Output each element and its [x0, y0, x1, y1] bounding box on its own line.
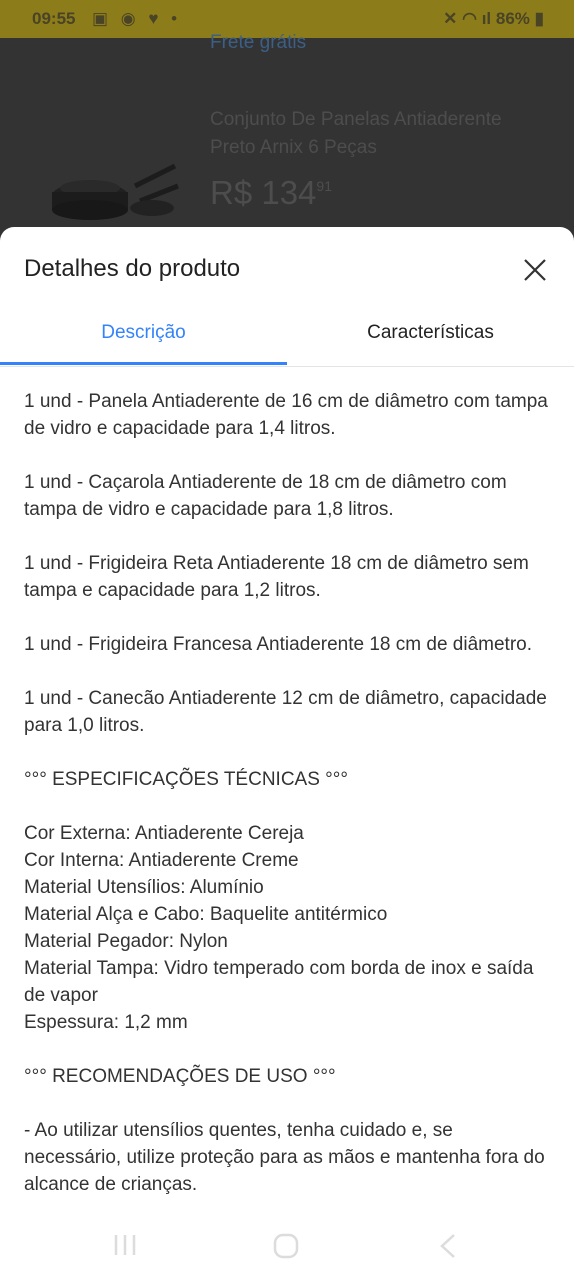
item-line: 1 und - Frigideira Francesa Antiaderente… [24, 634, 532, 655]
recs-text: - Ao utilizar utensílios quentes, tenha … [24, 1120, 545, 1195]
description-content: 1 und - Panela Antiaderente de 16 cm de … [24, 388, 549, 1210]
specs-heading: °°° ESPECIFICAÇÕES TÉCNICAS °°° [24, 769, 348, 790]
tab-caracteristicas[interactable]: Características [287, 309, 574, 364]
item-line: 1 und - Canecão Antiaderente 12 cm de di… [24, 688, 547, 736]
item-line: 1 und - Frigideira Reta Antiaderente 18 … [24, 553, 529, 601]
shipping-label: Frete grátis [210, 32, 307, 53]
product-name: Conjunto De Panelas Antiaderente Preto A… [210, 109, 502, 158]
recs-heading: °°° RECOMENDAÇÕES DE USO °°° [24, 1066, 336, 1087]
sheet-title: Detalhes do produto [24, 255, 241, 282]
spec-line: Espessura: 1,2 mm [24, 1012, 188, 1033]
battery-icon: ▮ [534, 9, 544, 28]
active-tab-indicator [0, 362, 287, 365]
product-details-sheet: Detalhes do produto Descrição Caracterís… [0, 227, 574, 1210]
spec-line: Material Alça e Cabo: Baquelite antitérm… [24, 904, 388, 925]
tab-descricao[interactable]: Descrição [0, 309, 287, 364]
tab-bar: Descrição Características [0, 309, 574, 367]
status-right: ✕ ◠ ıl 86% ▮ [443, 9, 544, 29]
system-nav-bar [0, 1210, 574, 1280]
back-icon[interactable] [436, 1232, 460, 1260]
spec-line: Cor Externa: Antiaderente Cereja [24, 823, 304, 844]
item-line: 1 und - Panela Antiaderente de 16 cm de … [24, 391, 548, 439]
signal-icon: ✕ ◠ ıl [443, 9, 496, 28]
price-main: R$ 134 [210, 174, 317, 211]
item-line: 1 und - Caçarola Antiaderente de 18 cm d… [24, 472, 507, 520]
status-time: 09:55 [32, 9, 76, 28]
battery-level: 86% [495, 9, 530, 28]
background-product-card: Frete grátis Conjunto De Panelas Antiade… [0, 32, 574, 238]
price-cents: 91 [316, 178, 332, 194]
notification-icons: ▣ ◉ ♥ • [92, 9, 182, 28]
recent-apps-icon[interactable] [112, 1232, 138, 1258]
product-price: R$ 13491 [210, 174, 332, 212]
spec-line: Material Utensílios: Alumínio [24, 877, 264, 898]
product-thumbnail [52, 163, 179, 220]
spec-line: Cor Interna: Antiaderente Creme [24, 850, 299, 871]
spec-line: Material Tampa: Vidro temperado com bord… [24, 958, 534, 1006]
spec-line: Material Pegador: Nylon [24, 931, 228, 952]
home-icon[interactable] [272, 1232, 300, 1260]
close-icon[interactable] [522, 257, 548, 283]
